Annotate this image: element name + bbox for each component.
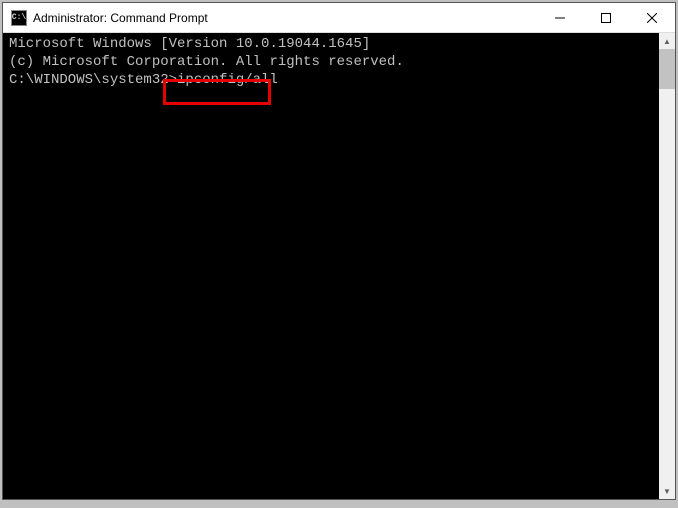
vertical-scrollbar[interactable]: ▲ ▼: [659, 33, 675, 499]
minimize-button[interactable]: [537, 3, 583, 33]
scroll-up-arrow-icon[interactable]: ▲: [659, 33, 675, 49]
close-button[interactable]: [629, 3, 675, 33]
scroll-down-arrow-icon[interactable]: ▼: [659, 483, 675, 499]
maximize-button[interactable]: [583, 3, 629, 33]
terminal-line: (c) Microsoft Corporation. All rights re…: [9, 53, 669, 71]
scroll-track[interactable]: [659, 49, 675, 483]
terminal-output[interactable]: Microsoft Windows [Version 10.0.19044.16…: [3, 33, 675, 499]
typed-command: ipconfig/all: [177, 72, 278, 88]
cmd-icon: C:\: [11, 10, 27, 26]
window-controls: [537, 3, 675, 32]
command-prompt-window: C:\ Administrator: Command Prompt Micros…: [2, 2, 676, 500]
window-title: Administrator: Command Prompt: [33, 11, 537, 25]
titlebar: C:\ Administrator: Command Prompt: [3, 3, 675, 33]
scroll-thumb[interactable]: [659, 49, 675, 89]
prompt-path: C:\WINDOWS\system32>: [9, 72, 177, 88]
terminal-prompt-line: C:\WINDOWS\system32>ipconfig/all: [9, 71, 669, 89]
terminal-line: Microsoft Windows [Version 10.0.19044.16…: [9, 35, 669, 53]
